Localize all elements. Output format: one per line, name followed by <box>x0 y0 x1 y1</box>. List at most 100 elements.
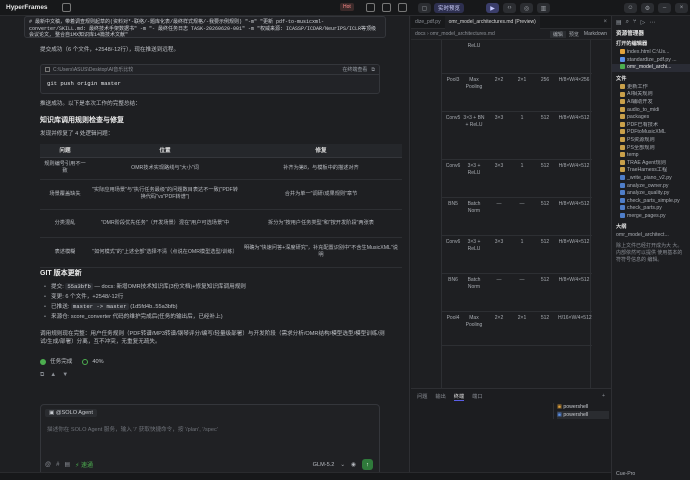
open-in-terminal-link[interactable]: 在终端查看 <box>342 66 367 73</box>
tab-standardize-pdf[interactable]: dize_pdf.py <box>411 16 445 29</box>
file-tree-item[interactable]: check_parts_simple.py <box>612 198 690 206</box>
file-name: PDFtoMusicXML <box>627 129 666 136</box>
file-name: index.html C:\Us... <box>627 49 670 55</box>
at-icon[interactable]: @ <box>45 462 51 468</box>
file-tree-item[interactable]: packages <box>612 114 690 122</box>
file-tree-item[interactable]: PS全部规则 <box>612 145 690 153</box>
send-button[interactable]: ↑ <box>362 459 373 470</box>
table-cell: "实际应用场景"与"执行任务最级"的问题数目表达不一致("PDF转换代码"vs"… <box>90 179 240 210</box>
copy-icon[interactable]: ⧉ <box>40 372 44 379</box>
table-cell: 分类混乱 <box>40 209 90 238</box>
agent-chip[interactable]: ▣ @SOLO Agent <box>45 409 97 417</box>
breadcrumb-item[interactable]: docs <box>415 31 426 37</box>
file-tree-item[interactable]: TRAE Agent规则 <box>612 160 690 168</box>
chevron-down-icon[interactable]: ⌄ <box>340 462 345 468</box>
minimize-icon[interactable]: – <box>658 3 671 13</box>
message-actions: ⧉ ▲ ▼ <box>40 372 68 379</box>
file-tree-item[interactable]: temp <box>612 152 690 160</box>
file-tree-item[interactable]: PDFtoMusicXML <box>612 129 690 137</box>
file-tree-item[interactable]: PS资源规则 <box>612 137 690 145</box>
panel-icon[interactable] <box>382 3 391 12</box>
file-tree-item[interactable]: TraeHarness工程 <box>612 167 690 175</box>
account-icon[interactable]: ☺ <box>624 3 637 13</box>
thumbs-up-icon[interactable]: ▲ <box>50 372 56 379</box>
hash-icon[interactable]: # <box>56 462 59 468</box>
mode-play-button[interactable]: ▶ <box>486 3 499 13</box>
list-item-text: score_converter 代码的维护完成后(任务的输出后，已经补上) <box>70 314 223 320</box>
close-icon[interactable]: × <box>675 3 688 13</box>
layout-icon[interactable] <box>366 3 375 12</box>
final-note-text: 调用规则现在完整：用户任务规则（PDF转谱/MP3转谱/钢琴评分/编写/轻量级部… <box>40 331 385 345</box>
sidebar-toggle-icon[interactable] <box>398 3 407 12</box>
live-preview-button[interactable]: 实时预览 <box>434 3 465 13</box>
terminal-panel: 问题 输出 终端 端口 + ▣ powershell ▣ powershell <box>411 388 611 480</box>
file-tree-item[interactable]: check_parts.py <box>612 205 690 213</box>
file-name: PS全部规则 <box>627 144 655 151</box>
tab-terminal[interactable]: 终端 <box>453 393 465 401</box>
language-label[interactable]: Markdown <box>584 31 607 37</box>
outline-header[interactable]: 大纲 <box>612 222 690 232</box>
mode-split-button[interactable]: ▥ <box>537 3 550 13</box>
open-editor-item[interactable]: index.html C:\Us... <box>612 49 690 57</box>
open-editor-item[interactable]: omr_model_archi... <box>612 64 690 72</box>
outline-file[interactable]: omr_model_architect... <box>612 232 690 240</box>
file-tree-item[interactable]: PDF已有技术 <box>612 122 690 130</box>
file-tree-item[interactable]: analyze_owner.py <box>612 183 690 191</box>
files-header[interactable]: 文件 <box>612 74 690 84</box>
terminal-instance[interactable]: ▣ powershell <box>557 411 609 419</box>
file-name: TRAE Agent规则 <box>627 159 666 166</box>
file-tree-item[interactable]: AI相关规则 <box>612 91 690 99</box>
table-cell: 3×3 + BN + ReLU <box>463 115 485 128</box>
tab-omr-preview[interactable]: omr_model_architectures.md (Preview) <box>444 16 540 29</box>
tab-problems[interactable]: 问题 <box>417 393 427 401</box>
file-tree-item[interactable]: 更新工作 <box>612 84 690 92</box>
settings-icon[interactable]: ⚙ <box>641 3 654 13</box>
file-tree-item[interactable]: audio_to_midi <box>612 107 690 115</box>
table-cell: 2×1 <box>517 315 527 321</box>
search-icon[interactable]: ⌕ <box>626 19 629 26</box>
close-icon[interactable]: × <box>603 19 607 25</box>
more-icon[interactable]: ⋯ <box>649 19 655 26</box>
open-editor-item[interactable]: standardize_pdf.py ... <box>612 57 690 65</box>
mode-chip[interactable]: ⚡ 速通 <box>75 460 93 469</box>
file-tree-item[interactable]: AI辅助开发 <box>612 99 690 107</box>
mode-code-button[interactable]: ‹› <box>503 3 516 13</box>
copy-icon[interactable]: ⧉ <box>371 67 375 73</box>
table-cell: H/16×W/4×512 <box>558 315 592 321</box>
issues-table: 问题 位置 修复 规则编号引用不一致 OMR技术实现路线与"大小"词 补齐为第8… <box>40 144 402 268</box>
table-cell: H/8×W/4×512 <box>558 201 590 207</box>
architecture-table: ReLU Pool3 Max Pooling 2×2 2×1 256 H/8×W/4×256… <box>441 40 592 388</box>
model-selector[interactable]: GLM-5.2 <box>313 462 335 468</box>
chevron-down-icon[interactable] <box>61 3 71 12</box>
tab-output[interactable]: 输出 <box>435 393 445 401</box>
footer-label[interactable]: Cue-Pro <box>616 471 635 477</box>
breadcrumb-item[interactable]: omr_model_architectures.md <box>430 31 495 37</box>
file-tree-item[interactable]: analyze_quality.py <box>612 190 690 198</box>
file-tree-item[interactable]: _write_piano_v2.py <box>612 175 690 183</box>
mode-browser-button[interactable]: ◎ <box>520 3 533 13</box>
edit-button[interactable]: 编辑 <box>549 30 566 38</box>
editor-icon[interactable]: ▢ <box>418 3 431 13</box>
table-row: Pool3 Max Pooling 2×2 2×1 256 H/8×W/4×256 <box>442 74 592 112</box>
add-terminal-icon[interactable]: + <box>602 393 605 401</box>
files-icon[interactable]: ▤ <box>616 19 622 26</box>
table-cell: 拆分为"按用户任务类型"和"按开发阶段"两张表 <box>240 209 402 238</box>
open-editors-header[interactable]: 打开的编辑器 <box>612 39 690 49</box>
mic-icon[interactable]: ◉ <box>351 462 356 468</box>
folder-icon <box>620 137 625 143</box>
table-cell: 合并为单一"调研/成果规则"章节 <box>240 179 402 210</box>
markdown-preview-editor: dize_pdf.py omr_model_architectures.md (… <box>411 16 611 388</box>
image-icon[interactable]: ▤ <box>64 461 70 468</box>
branch-icon[interactable]: ⑂ <box>633 19 637 26</box>
terminal-instance[interactable]: ▣ powershell <box>557 403 609 411</box>
git-summary-list: 提交: 55a3bfb — docs: 新增OMR技术知识库(3份文档)+修复知… <box>44 282 394 322</box>
file-name: 更新工作 <box>627 83 648 90</box>
thumbs-down-icon[interactable]: ▼ <box>62 372 68 379</box>
file-name: AI相关规则 <box>627 91 653 98</box>
chat-input-box: ▣ @SOLO Agent 描述你在 SOLO Agent 服务，输入 '/' … <box>40 404 380 476</box>
chat-input[interactable]: 描述你在 SOLO Agent 服务，输入 '/' 获取快捷命令，按 '/pla… <box>47 425 367 433</box>
preview-button[interactable]: 预览 <box>569 31 579 38</box>
file-tree-item[interactable]: merge_pages.py <box>612 213 690 221</box>
tab-ports[interactable]: 端口 <box>472 393 482 401</box>
debug-icon[interactable]: ▷ <box>641 19 646 26</box>
